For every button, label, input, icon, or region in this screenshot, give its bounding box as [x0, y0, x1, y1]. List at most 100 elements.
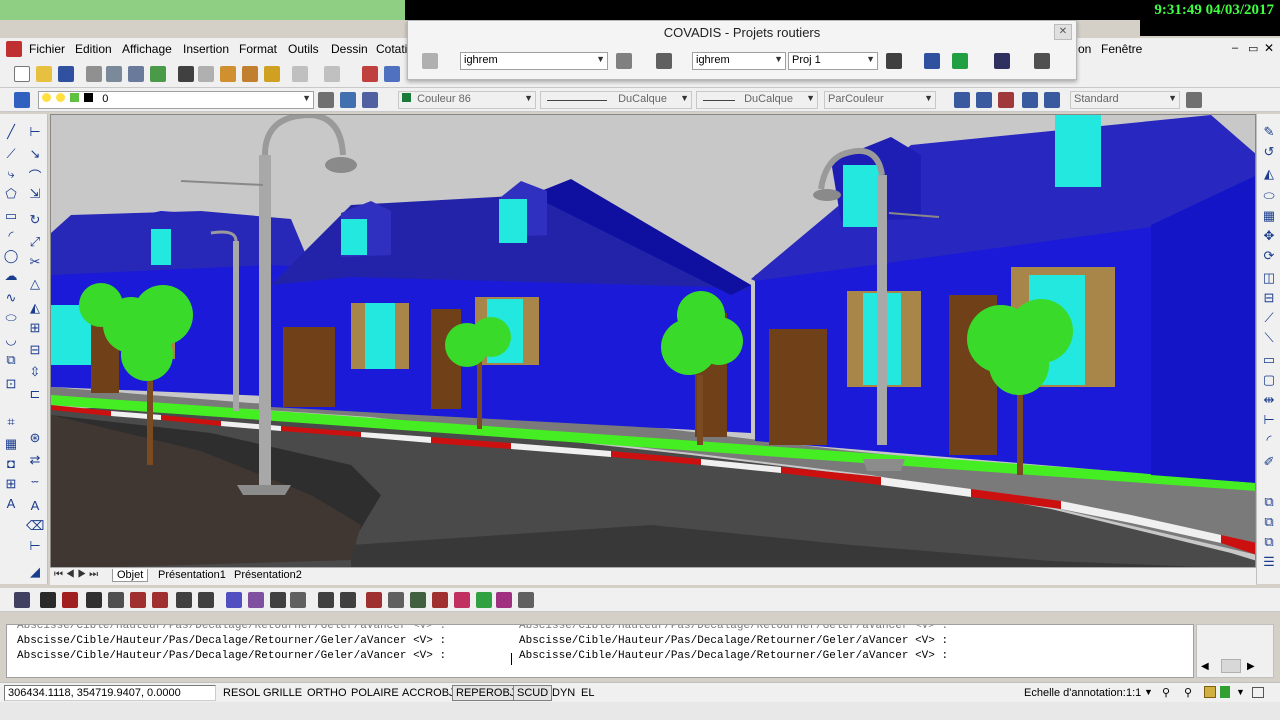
app-icon[interactable] [6, 41, 22, 57]
table-icon[interactable]: ⊞ [2, 476, 20, 492]
menu-fichier[interactable]: Fichier [29, 42, 65, 56]
covadis-vertex-icon[interactable] [130, 592, 146, 608]
list-icon[interactable]: ☰ [1260, 554, 1278, 570]
annotation-scale-value[interactable]: 1:1 [1122, 685, 1145, 701]
rectangle-icon[interactable]: ▭ [2, 208, 20, 224]
covadis-combo-3[interactable]: Proj 1 ▼ [788, 52, 878, 70]
publish-icon[interactable] [128, 66, 144, 82]
erase-icon[interactable]: ⌫ [26, 518, 44, 534]
mode-grille[interactable]: GRILLE [259, 685, 306, 701]
covadis-table-icon[interactable] [886, 53, 902, 69]
split-icon[interactable]: ⊢ [1260, 412, 1278, 428]
copy-icon[interactable] [198, 66, 214, 82]
covadis-close-icon[interactable]: ✕ [1054, 24, 1072, 40]
rotate-icon[interactable]: ↻ [26, 212, 44, 228]
covadis-block-icon[interactable] [86, 592, 102, 608]
text-icon[interactable]: A [26, 498, 44, 513]
layer-stack-icon[interactable]: ⧉ [1260, 514, 1278, 530]
covadis-measure-icon[interactable] [198, 592, 214, 608]
extrude-icon[interactable]: ⟍ [1260, 330, 1278, 346]
mirror-icon[interactable]: ◭ [26, 300, 44, 316]
scroll-right-icon[interactable]: ▶ [1247, 661, 1255, 672]
pan-view-icon[interactable]: ✥ [1260, 228, 1278, 244]
covadis-tool-icon[interactable] [422, 53, 438, 69]
mode-resol[interactable]: RESOL [219, 685, 264, 701]
covadis-pro-icon[interactable] [432, 592, 448, 608]
mode-ortho[interactable]: ORTHO [303, 685, 351, 701]
grid-view-icon[interactable]: ▦ [1260, 208, 1278, 224]
pan-icon[interactable] [362, 66, 378, 82]
open-folder-icon[interactable] [36, 66, 52, 82]
measure-icon[interactable]: ◢ [26, 564, 44, 580]
covadis-fe-icon[interactable] [366, 592, 382, 608]
tray-settings-icon[interactable] [1220, 686, 1230, 698]
block-editor-icon[interactable] [264, 66, 280, 82]
covadis-table-icon[interactable] [318, 592, 334, 608]
annotation-autoscale-icon[interactable]: ⚲ [1184, 686, 1192, 699]
covadis-road-icon[interactable] [454, 592, 470, 608]
shade-icon[interactable]: ◭ [1260, 166, 1278, 182]
align-icon[interactable]: ⇹ [1260, 392, 1278, 408]
layer-current-icon[interactable] [318, 92, 334, 108]
save-icon[interactable] [58, 66, 74, 82]
layer-states-icon[interactable] [362, 92, 378, 108]
covadis-grid-icon[interactable] [226, 592, 242, 608]
covadis-list-icon[interactable] [340, 592, 356, 608]
coordinates-readout[interactable]: 306434.1118, 354719.9407, 0.0000 [4, 685, 216, 701]
mode-dyn[interactable]: DYN [548, 685, 579, 701]
covadis-section-icon[interactable] [388, 592, 404, 608]
revcloud-icon[interactable]: ☁ [2, 268, 20, 284]
viewport-icon[interactable]: ▢ [1260, 372, 1278, 388]
covadis-layer-icon[interactable] [496, 592, 512, 608]
move-icon[interactable]: ⊟ [26, 342, 44, 358]
menu-insertion[interactable]: Insertion [183, 42, 229, 56]
covadis-profile-icon[interactable] [952, 53, 968, 69]
covadis-menu-icon[interactable] [14, 592, 30, 608]
point-icon[interactable]: ⌗ [2, 414, 20, 430]
stretch-icon[interactable]: ⇲ [26, 186, 44, 202]
insert-block-icon[interactable]: ⧉ [2, 352, 20, 368]
undo-icon[interactable] [292, 66, 308, 82]
paint-icon[interactable]: ✐ [1260, 454, 1278, 470]
restore-icon[interactable]: ▭ [1248, 42, 1258, 55]
covadis-plan-icon[interactable] [476, 592, 492, 608]
covadis-axis-icon[interactable] [176, 592, 192, 608]
style-combo[interactable]: Standard ▼ [1070, 91, 1180, 109]
dimension-icon[interactable]: ⊢ [26, 124, 44, 140]
covadis-add-icon[interactable] [976, 92, 992, 108]
chevron-down-icon[interactable]: ▼ [1236, 687, 1245, 697]
cut-icon[interactable] [178, 66, 194, 82]
orbit-icon[interactable]: ↺ [1260, 144, 1278, 160]
circle-icon[interactable]: ◯ [2, 248, 20, 264]
menu-dessin[interactable]: Dessin [331, 42, 368, 56]
frame-icon[interactable]: ◫ [1260, 270, 1278, 286]
match-properties-icon[interactable] [242, 66, 258, 82]
trim-icon[interactable]: ✂ [26, 254, 44, 270]
covadis-3d-icon[interactable] [1034, 53, 1050, 69]
print-preview-icon[interactable] [106, 66, 122, 82]
covadis-tma-icon[interactable] [290, 592, 306, 608]
covadis-arrow-icon[interactable] [924, 53, 940, 69]
join-icon[interactable]: ⏖ [26, 474, 44, 490]
line-icon[interactable]: ╱ [2, 124, 20, 140]
copy-stack-icon[interactable]: ⧉ [1260, 534, 1278, 550]
covadis-grid-icon[interactable] [656, 53, 672, 69]
covadis-point-icon[interactable] [954, 92, 970, 108]
extend-icon[interactable]: ↘ [26, 146, 44, 162]
3d-publish-icon[interactable] [150, 66, 166, 82]
slice-icon[interactable]: ⟋ [1260, 310, 1278, 326]
arc-icon[interactable]: ◜ [2, 228, 20, 244]
menu-affichage[interactable]: Affichage [122, 42, 172, 56]
covadis-polyline-icon[interactable] [40, 592, 56, 608]
covadis-delete-icon[interactable] [998, 92, 1014, 108]
properties-icon[interactable]: ⊢ [26, 538, 44, 554]
menu-partial[interactable]: on [1078, 42, 1091, 56]
print-icon[interactable] [86, 66, 102, 82]
redo-icon[interactable] [324, 66, 340, 82]
lineweight-combo[interactable]: DuCalque ▼ [696, 91, 818, 109]
plotstyle-combo[interactable]: ParCouleur ▼ [824, 91, 936, 109]
polygon-icon[interactable]: ⬠ [2, 186, 20, 202]
paste-icon[interactable] [220, 66, 236, 82]
covadis-pen-icon[interactable] [616, 53, 632, 69]
construction-line-icon[interactable]: ⟋ [2, 146, 20, 162]
